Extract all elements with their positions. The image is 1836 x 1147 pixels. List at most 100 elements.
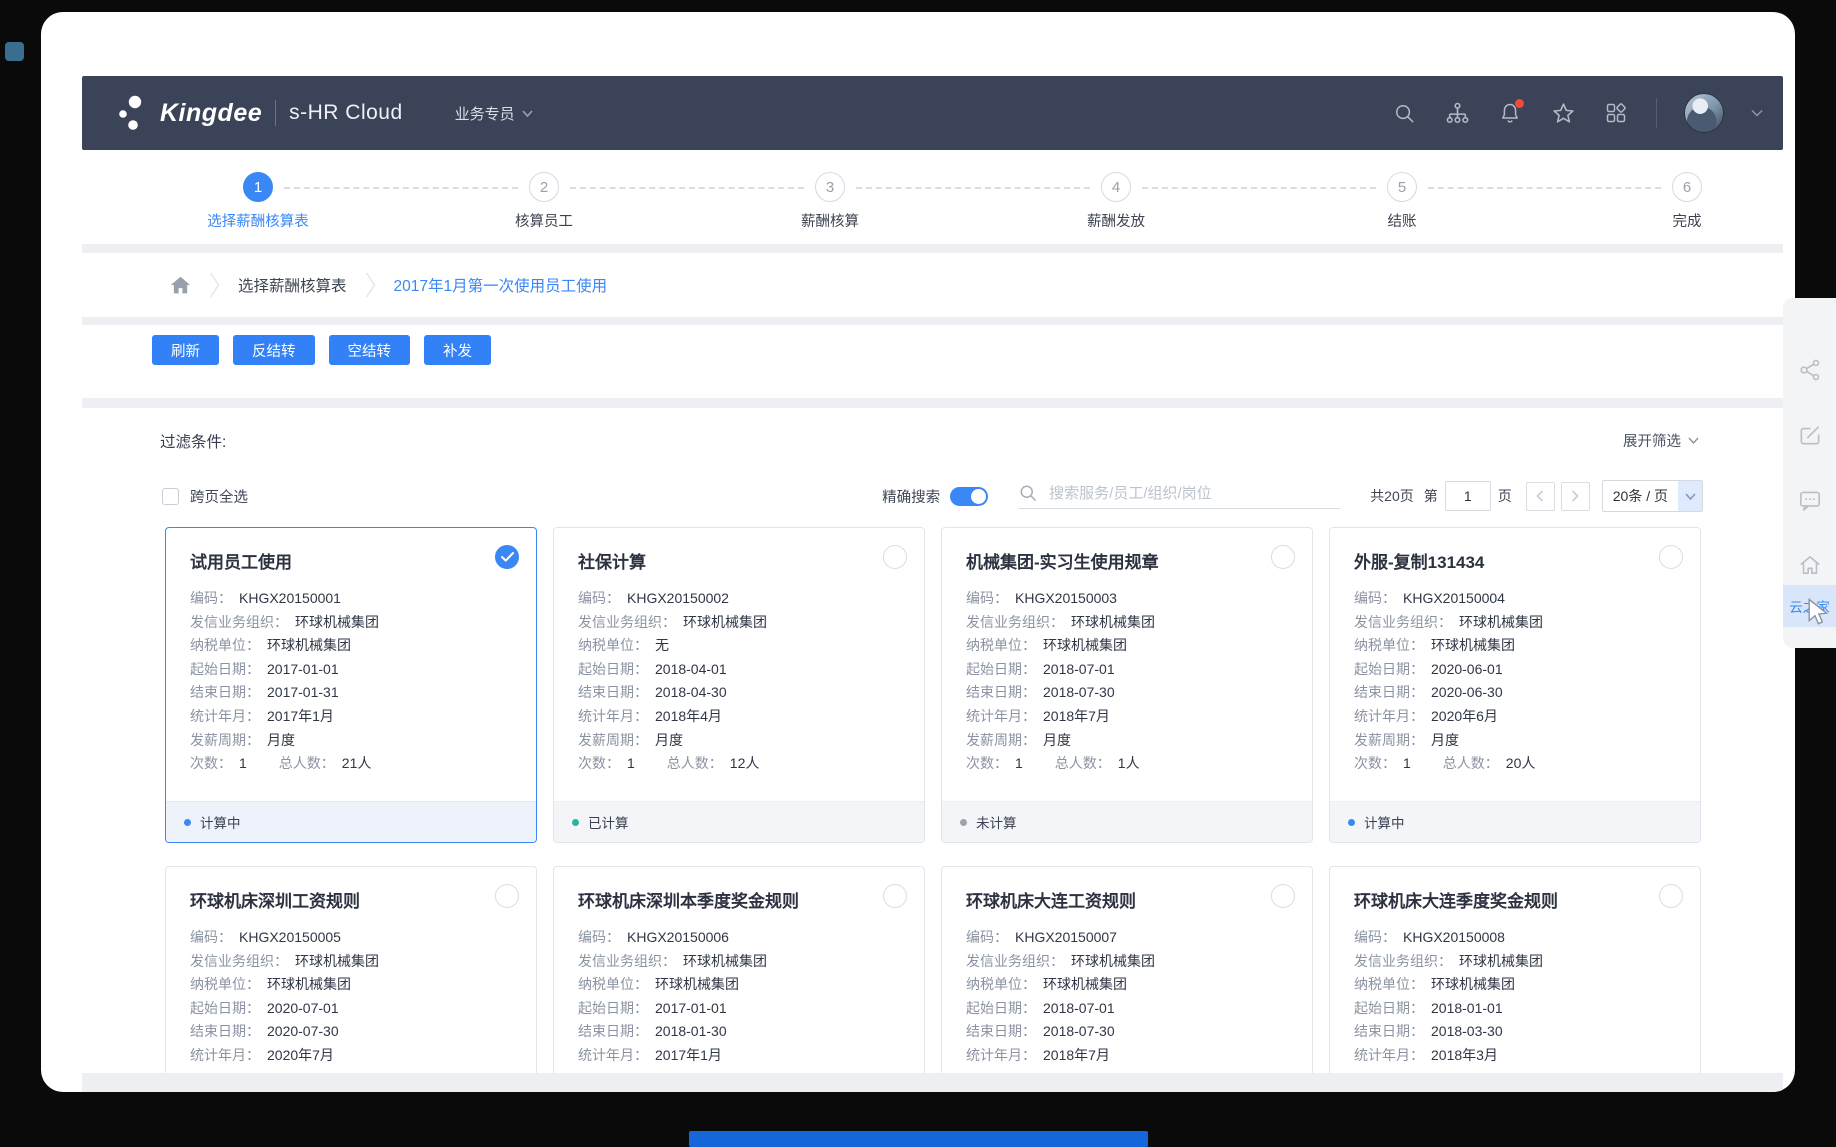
field-value: 环球机械集团 [1043, 635, 1127, 655]
field-label: 纳税单位： [966, 635, 1036, 655]
field-label: 起始日期： [1354, 659, 1424, 679]
card-radio-selected[interactable] [495, 545, 519, 569]
breadcrumb-separator [365, 272, 376, 298]
payroll-card-grid: 试用员工使用 编码：KHGX20150001 发信业务组织：环球机械集团 纳税单… [165, 527, 1701, 1073]
prev-page-button[interactable] [1526, 482, 1555, 511]
precise-search-toggle[interactable] [950, 487, 988, 506]
section-gap [82, 398, 1783, 408]
brand-area: Kingdee s-HR Cloud [118, 94, 403, 132]
page-number-input[interactable] [1445, 481, 1491, 511]
field-value: 环球机械集团 [267, 635, 351, 655]
card-radio[interactable] [883, 884, 907, 908]
org-chart-icon[interactable] [1444, 100, 1470, 126]
field-value: KHGX20150004 [1403, 590, 1505, 606]
total-pages-label: 共20页 [1370, 486, 1414, 506]
apps-grid-icon[interactable] [1603, 100, 1629, 126]
field-label: 纳税单位： [578, 635, 648, 655]
edit-icon[interactable] [1797, 422, 1823, 448]
field-label: 总人数： [1055, 753, 1111, 773]
step-1-select-payroll-table[interactable]: 1 选择薪酬核算表 [178, 172, 338, 231]
bell-icon[interactable] [1497, 100, 1523, 126]
breadcrumb-level1[interactable]: 选择薪酬核算表 [238, 274, 347, 296]
card-status-footer: 未计算 [942, 801, 1312, 842]
select-all-checkbox[interactable] [162, 488, 179, 505]
step-4-payroll-release[interactable]: 4 薪酬发放 [1036, 172, 1196, 231]
share-icon[interactable] [1797, 357, 1823, 383]
field-label: 发薪周期： [190, 730, 260, 750]
status-label: 已计算 [588, 812, 629, 832]
step-3-payroll-calc[interactable]: 3 薪酬核算 [750, 172, 910, 231]
status-label: 计算中 [1364, 812, 1405, 832]
breadcrumb: 选择薪酬核算表 2017年1月第一次使用员工使用 [82, 253, 1783, 317]
field-label: 纳税单位： [1354, 974, 1424, 994]
precise-search-label: 精确搜索 [882, 486, 940, 507]
field-label: 起始日期： [578, 659, 648, 679]
payroll-card-2[interactable]: 社保计算 编码：KHGX20150002 发信业务组织：环球机械集团 纳税单位：… [553, 527, 925, 843]
field-value: 环球机械集团 [1431, 635, 1515, 655]
field-value: KHGX20150005 [239, 929, 341, 945]
step-circle: 1 [243, 172, 273, 202]
payroll-card-4[interactable]: 外服-复制131434 编码：KHGX20150004 发信业务组织：环球机械集… [1329, 527, 1701, 843]
card-radio[interactable] [495, 884, 519, 908]
card-radio[interactable] [1271, 884, 1295, 908]
card-radio[interactable] [1659, 545, 1683, 569]
field-value: 环球机械集团 [1043, 974, 1127, 994]
home-icon[interactable] [1797, 552, 1823, 578]
field-label: 编码： [966, 588, 1008, 608]
field-label: 编码： [578, 588, 620, 608]
empty-carryover-button[interactable]: 空结转 [329, 335, 411, 365]
field-value: 1 [627, 755, 635, 771]
field-label: 发薪周期： [1354, 730, 1424, 750]
field-value: 2018年3月 [1431, 1045, 1498, 1065]
step-6-done[interactable]: 6 完成 [1607, 172, 1767, 231]
payroll-card-5[interactable]: 环球机床深圳工资规则 编码：KHGX20150005 发信业务组织：环球机械集团… [165, 866, 537, 1073]
search-input[interactable] [1049, 485, 1340, 502]
card-fields: 编码：KHGX20150003 发信业务组织：环球机械集团 纳税单位：环球机械集… [966, 588, 1288, 777]
field-value: 2017-01-01 [655, 1000, 727, 1016]
field-value: 1 [1403, 755, 1411, 771]
expand-filter-button[interactable]: 展开筛选 [1623, 430, 1699, 451]
page-size-select[interactable]: 20条 / 页 [1602, 480, 1703, 512]
role-menu[interactable]: 业务专员 [455, 103, 533, 124]
reissue-button[interactable]: 补发 [424, 335, 491, 365]
refresh-button[interactable]: 刷新 [152, 335, 219, 365]
desktop-artifact-square [5, 42, 24, 61]
reverse-carryover-button[interactable]: 反结转 [233, 335, 315, 365]
field-label: 结束日期： [190, 1021, 260, 1041]
field-value: 20人 [1506, 753, 1536, 773]
payroll-card-6[interactable]: 环球机床深圳本季度奖金规则 编码：KHGX20150006 发信业务组织：环球机… [553, 866, 925, 1073]
card-radio[interactable] [1659, 884, 1683, 908]
star-icon[interactable] [1550, 100, 1576, 126]
step-circle: 5 [1387, 172, 1417, 202]
step-label: 薪酬核算 [750, 210, 910, 231]
field-value: 2017年1月 [655, 1045, 722, 1065]
field-label: 纳税单位： [190, 974, 260, 994]
field-value: 12人 [730, 753, 760, 773]
next-page-button[interactable] [1561, 482, 1590, 511]
step-circle: 2 [529, 172, 559, 202]
step-label: 选择薪酬核算表 [178, 210, 338, 231]
payroll-card-3[interactable]: 机械集团-实习生使用规章 编码：KHGX20150003 发信业务组织：环球机械… [941, 527, 1313, 843]
payroll-card-7[interactable]: 环球机床大连工资规则 编码：KHGX20150007 发信业务组织：环球机械集团… [941, 866, 1313, 1073]
payroll-card-1[interactable]: 试用员工使用 编码：KHGX20150001 发信业务组织：环球机械集团 纳税单… [165, 527, 537, 843]
field-value: 2020-07-01 [267, 1000, 339, 1016]
step-label: 核算员工 [464, 210, 624, 231]
card-radio[interactable] [883, 545, 907, 569]
payroll-card-8[interactable]: 环球机床大连季度奖金规则 编码：KHGX20150008 发信业务组织：环球机械… [1329, 866, 1701, 1073]
card-radio[interactable] [1271, 545, 1295, 569]
section-gap [82, 317, 1783, 325]
home-icon[interactable] [170, 275, 191, 295]
field-label: 发薪周期： [966, 730, 1036, 750]
field-label: 发信业务组织： [1354, 612, 1452, 632]
step-5-closing[interactable]: 5 结账 [1322, 172, 1482, 231]
card-title: 机械集团-实习生使用规章 [966, 548, 1288, 573]
avatar-chevron-down-icon[interactable] [1751, 109, 1763, 117]
search-icon[interactable] [1391, 100, 1417, 126]
breadcrumb-level2-current[interactable]: 2017年1月第一次使用员工使用 [394, 274, 608, 296]
field-value: 月度 [1431, 730, 1459, 750]
user-avatar[interactable] [1684, 93, 1724, 133]
step-2-calc-employees[interactable]: 2 核算员工 [464, 172, 624, 231]
card-title: 外服-复制131434 [1354, 548, 1676, 573]
comment-icon[interactable] [1797, 487, 1823, 513]
field-value: 2018-07-01 [1043, 661, 1115, 677]
